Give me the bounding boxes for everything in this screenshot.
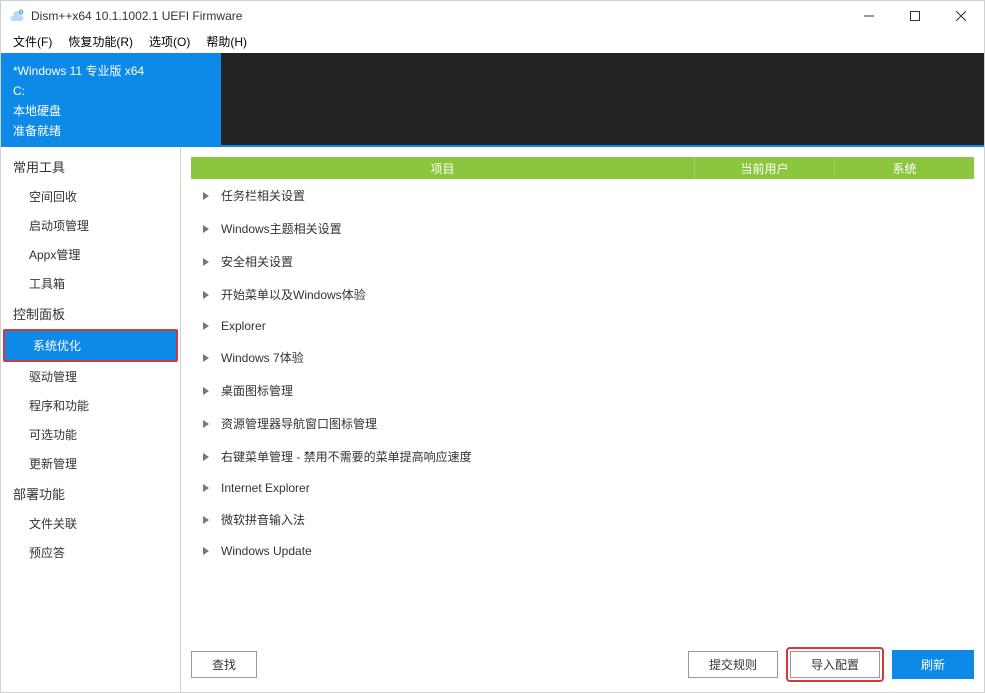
sidebar-item-preanswer[interactable]: 预应答 bbox=[1, 538, 180, 567]
sidebar: 常用工具 空间回收 启动项管理 Appx管理 工具箱 控制面板 系统优化 驱动管… bbox=[1, 147, 181, 692]
import-config-button[interactable]: 导入配置 bbox=[790, 651, 880, 678]
sidebar-header-control-panel: 控制面板 bbox=[1, 298, 180, 329]
main-panel: 项目 当前用户 系统 任务栏相关设置 Windows主题相关设置 安全相关设置 … bbox=[181, 147, 984, 692]
drive-letter: C: bbox=[13, 81, 209, 101]
sidebar-item-updates[interactable]: 更新管理 bbox=[1, 449, 180, 478]
tree-item-ie[interactable]: Internet Explorer bbox=[191, 473, 974, 503]
chevron-right-icon bbox=[201, 257, 211, 267]
column-system[interactable]: 系统 bbox=[834, 157, 974, 179]
window-controls bbox=[846, 1, 984, 31]
system-banner-dark bbox=[221, 53, 984, 145]
sidebar-item-programs[interactable]: 程序和功能 bbox=[1, 391, 180, 420]
menu-file[interactable]: 文件(F) bbox=[5, 31, 60, 52]
sidebar-item-startup[interactable]: 启动项管理 bbox=[1, 211, 180, 240]
sidebar-highlight: 系统优化 bbox=[3, 329, 178, 362]
menu-options[interactable]: 选项(O) bbox=[141, 31, 198, 52]
refresh-button[interactable]: 刷新 bbox=[892, 650, 974, 679]
tree-item-nav-icons[interactable]: 资源管理器导航窗口图标管理 bbox=[191, 407, 974, 440]
tree-item-theme[interactable]: Windows主题相关设置 bbox=[191, 212, 974, 245]
window-title: Dism++x64 10.1.1002.1 UEFI Firmware bbox=[31, 9, 242, 23]
chevron-right-icon bbox=[201, 353, 211, 363]
os-name: *Windows 11 专业版 x64 bbox=[13, 61, 209, 81]
chevron-right-icon bbox=[201, 224, 211, 234]
titlebar: Dism++x64 10.1.1002.1 UEFI Firmware bbox=[1, 1, 984, 31]
status-text: 准备就绪 bbox=[13, 121, 209, 141]
system-banner: *Windows 11 专业版 x64 C: 本地硬盘 准备就绪 bbox=[1, 53, 984, 145]
column-headers: 项目 当前用户 系统 bbox=[191, 157, 974, 179]
menubar: 文件(F) 恢复功能(R) 选项(O) 帮助(H) bbox=[1, 31, 984, 53]
sidebar-item-file-assoc[interactable]: 文件关联 bbox=[1, 509, 180, 538]
submit-rule-button[interactable]: 提交规则 bbox=[688, 651, 778, 678]
tree-item-context-menu[interactable]: 右键菜单管理 - 禁用不需要的菜单提高响应速度 bbox=[191, 440, 974, 473]
minimize-button[interactable] bbox=[846, 1, 892, 31]
chevron-right-icon bbox=[201, 386, 211, 396]
import-config-highlight: 导入配置 bbox=[786, 647, 884, 682]
column-item[interactable]: 项目 bbox=[191, 157, 694, 179]
chevron-right-icon bbox=[201, 546, 211, 556]
sidebar-item-drivers[interactable]: 驱动管理 bbox=[1, 362, 180, 391]
disk-type: 本地硬盘 bbox=[13, 101, 209, 121]
chevron-right-icon bbox=[201, 191, 211, 201]
tree-item-taskbar[interactable]: 任务栏相关设置 bbox=[191, 179, 974, 212]
content: 常用工具 空间回收 启动项管理 Appx管理 工具箱 控制面板 系统优化 驱动管… bbox=[1, 145, 984, 692]
sidebar-item-toolbox[interactable]: 工具箱 bbox=[1, 269, 180, 298]
chevron-right-icon bbox=[201, 321, 211, 331]
tree-list[interactable]: 任务栏相关设置 Windows主题相关设置 安全相关设置 开始菜单以及Windo… bbox=[191, 179, 974, 641]
chevron-right-icon bbox=[201, 483, 211, 493]
tree-item-explorer[interactable]: Explorer bbox=[191, 311, 974, 341]
maximize-button[interactable] bbox=[892, 1, 938, 31]
sidebar-item-system-optimize[interactable]: 系统优化 bbox=[5, 331, 176, 360]
sidebar-header-tools: 常用工具 bbox=[1, 151, 180, 182]
titlebar-left: Dism++x64 10.1.1002.1 UEFI Firmware bbox=[9, 8, 242, 24]
system-info-panel[interactable]: *Windows 11 专业版 x64 C: 本地硬盘 准备就绪 bbox=[1, 53, 221, 145]
sidebar-item-appx[interactable]: Appx管理 bbox=[1, 240, 180, 269]
tree-item-pinyin[interactable]: 微软拼音输入法 bbox=[191, 503, 974, 536]
chevron-right-icon bbox=[201, 419, 211, 429]
tree-item-security[interactable]: 安全相关设置 bbox=[191, 245, 974, 278]
tree-item-win7[interactable]: Windows 7体验 bbox=[191, 341, 974, 374]
tree-item-windows-update[interactable]: Windows Update bbox=[191, 536, 974, 566]
close-button[interactable] bbox=[938, 1, 984, 31]
menu-recovery[interactable]: 恢复功能(R) bbox=[60, 31, 141, 52]
find-button[interactable]: 查找 bbox=[191, 651, 257, 678]
sidebar-item-optional[interactable]: 可选功能 bbox=[1, 420, 180, 449]
sidebar-header-deploy: 部署功能 bbox=[1, 478, 180, 509]
tree-item-startmenu[interactable]: 开始菜单以及Windows体验 bbox=[191, 278, 974, 311]
app-icon bbox=[9, 8, 25, 24]
column-current-user[interactable]: 当前用户 bbox=[694, 157, 834, 179]
footer-bar: 查找 提交规则 导入配置 刷新 bbox=[191, 641, 974, 682]
chevron-right-icon bbox=[201, 452, 211, 462]
sidebar-item-space-recovery[interactable]: 空间回收 bbox=[1, 182, 180, 211]
tree-item-desktop-icons[interactable]: 桌面图标管理 bbox=[191, 374, 974, 407]
menu-help[interactable]: 帮助(H) bbox=[198, 31, 255, 52]
chevron-right-icon bbox=[201, 290, 211, 300]
chevron-right-icon bbox=[201, 515, 211, 525]
